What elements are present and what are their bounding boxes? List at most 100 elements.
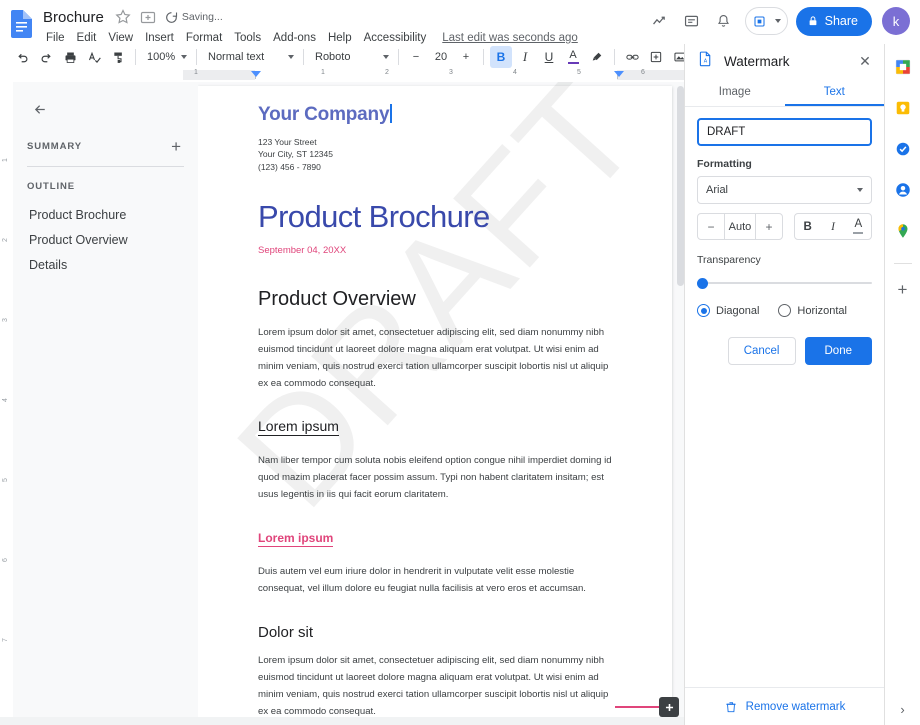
right-indent-marker[interactable] xyxy=(614,71,624,77)
done-button[interactable]: Done xyxy=(805,337,873,365)
outline-item-product-brochure[interactable]: Product Brochure xyxy=(27,204,184,226)
section-heading-product-overview[interactable]: Product Overview xyxy=(258,288,612,311)
scrollbar-thumb[interactable] xyxy=(677,86,684,286)
size-value[interactable]: Auto xyxy=(724,214,756,239)
star-icon[interactable] xyxy=(114,8,132,26)
formatting-label: Formatting xyxy=(697,158,872,170)
document-main-title[interactable]: Product Brochure xyxy=(258,199,612,235)
left-indent-marker[interactable] xyxy=(251,71,261,77)
section-body[interactable]: Lorem ipsum dolor sit amet, consectetuer… xyxy=(258,324,612,392)
explore-button[interactable] xyxy=(659,697,679,717)
section-body[interactable]: Lorem ipsum dolor sit amet, consectetuer… xyxy=(258,652,612,720)
highlight-color-button[interactable] xyxy=(586,46,608,68)
underline-button[interactable]: U xyxy=(538,46,560,68)
close-icon[interactable]: ✕ xyxy=(854,50,876,72)
document-scrollbar[interactable] xyxy=(677,82,684,725)
ruler-mark: 2 xyxy=(2,238,9,242)
transparency-slider[interactable] xyxy=(697,275,872,291)
add-app-button[interactable]: + xyxy=(892,278,914,300)
menu-edit[interactable]: Edit xyxy=(71,31,103,45)
address-block[interactable]: 123 Your Street Your City, ST 12345 (123… xyxy=(258,136,612,173)
link-icon[interactable] xyxy=(621,46,643,68)
watermark-font-value: Arial xyxy=(706,184,728,196)
watermark-font-select[interactable]: Arial xyxy=(697,176,872,204)
zoom-select[interactable]: 100% xyxy=(141,46,191,68)
section-body[interactable]: Nam liber tempor cum soluta nobis eleife… xyxy=(258,452,612,503)
present-icon xyxy=(752,14,767,29)
menu-help[interactable]: Help xyxy=(322,31,358,45)
add-summary-button[interactable]: + xyxy=(168,138,184,155)
insert-comment-icon[interactable] xyxy=(645,46,667,68)
comment-history-icon[interactable] xyxy=(677,6,707,36)
ruler-mark: 3 xyxy=(2,318,9,322)
chevron-down-icon xyxy=(383,55,389,59)
font-family-select[interactable]: Roboto xyxy=(309,46,393,68)
cancel-button[interactable]: Cancel xyxy=(728,337,796,365)
paragraph-style-select[interactable]: Normal text xyxy=(202,46,298,68)
toolbar-divider xyxy=(196,49,197,65)
avatar[interactable]: k xyxy=(882,7,910,35)
document-title[interactable]: Brochure xyxy=(40,8,107,27)
chevron-down-icon xyxy=(181,55,187,59)
menu-accessibility[interactable]: Accessibility xyxy=(358,31,433,45)
section-body[interactable]: Duis autem vel eum iriure dolor in hendr… xyxy=(258,563,612,597)
print-icon[interactable] xyxy=(59,46,81,68)
watermark-bold-button[interactable]: B xyxy=(795,214,820,239)
tasks-icon[interactable] xyxy=(892,138,914,160)
activity-dashboard-icon[interactable] xyxy=(645,6,675,36)
menu-insert[interactable]: Insert xyxy=(139,31,180,45)
watermark-text-input[interactable] xyxy=(697,118,872,146)
radio-diagonal-label: Diagonal xyxy=(716,305,759,317)
document-page[interactable]: DRAFT Your Company 123 Your Street Your … xyxy=(198,86,672,725)
tab-image[interactable]: Image xyxy=(685,78,785,106)
share-button[interactable]: Share xyxy=(796,7,872,36)
menu-tools[interactable]: Tools xyxy=(228,31,267,45)
last-edit-link[interactable]: Last edit was seconds ago xyxy=(442,32,578,44)
redo-icon[interactable] xyxy=(35,46,57,68)
section-heading-lorem-ipsum[interactable]: Lorem ipsum xyxy=(258,418,339,436)
size-decrease-button[interactable]: − xyxy=(698,214,724,239)
paint-format-icon[interactable] xyxy=(107,46,129,68)
increase-font-size-button[interactable]: + xyxy=(455,46,477,68)
decrease-font-size-button[interactable]: − xyxy=(405,46,427,68)
menu-file[interactable]: File xyxy=(40,31,71,45)
menu-add-ons[interactable]: Add-ons xyxy=(267,31,322,45)
section-heading-lorem-ipsum-pink[interactable]: Lorem ipsum xyxy=(258,531,333,547)
keep-icon[interactable] xyxy=(892,97,914,119)
chevron-down-icon xyxy=(857,188,863,192)
undo-icon[interactable] xyxy=(11,46,33,68)
size-increase-button[interactable]: + xyxy=(756,214,782,239)
spelling-check-icon[interactable] xyxy=(83,46,105,68)
radio-horizontal[interactable]: Horizontal xyxy=(778,304,847,317)
contacts-icon[interactable] xyxy=(892,179,914,201)
document-date[interactable]: September 04, 20XX xyxy=(258,245,612,256)
menu-format[interactable]: Format xyxy=(180,31,228,45)
outline-divider xyxy=(27,166,184,167)
watermark-size-stepper[interactable]: − Auto + xyxy=(697,213,783,240)
present-button[interactable] xyxy=(745,7,788,35)
bold-button[interactable]: B xyxy=(490,46,512,68)
document-canvas[interactable]: DRAFT Your Company 123 Your Street Your … xyxy=(198,82,685,725)
calendar-icon[interactable] xyxy=(892,56,914,78)
text-color-label: A xyxy=(569,50,576,61)
close-outline-button[interactable] xyxy=(27,96,53,122)
italic-button[interactable]: I xyxy=(514,46,536,68)
move-to-folder-icon[interactable] xyxy=(139,8,157,26)
slider-thumb[interactable] xyxy=(697,278,708,289)
watermark-text-color-button[interactable]: A xyxy=(846,214,871,239)
font-size-value[interactable]: 20 xyxy=(428,51,454,63)
text-color-button[interactable]: A xyxy=(562,46,584,68)
company-heading[interactable]: Your Company xyxy=(258,104,392,126)
menu-view[interactable]: View xyxy=(102,31,139,45)
section-heading-dolor-sit[interactable]: Dolor sit xyxy=(258,624,612,641)
outline-item-details[interactable]: Details xyxy=(27,254,184,276)
remove-watermark-row[interactable]: Remove watermark xyxy=(685,687,884,725)
maps-icon[interactable] xyxy=(892,220,914,242)
expand-rail-button[interactable]: › xyxy=(900,702,904,717)
vertical-ruler[interactable]: 1 2 3 4 5 6 7 8 xyxy=(0,82,13,725)
tab-text[interactable]: Text xyxy=(785,78,885,106)
watermark-italic-button[interactable]: I xyxy=(820,214,845,239)
radio-diagonal[interactable]: Diagonal xyxy=(697,304,759,317)
notifications-bell-icon[interactable] xyxy=(709,6,739,36)
outline-item-product-overview[interactable]: Product Overview xyxy=(27,229,184,251)
